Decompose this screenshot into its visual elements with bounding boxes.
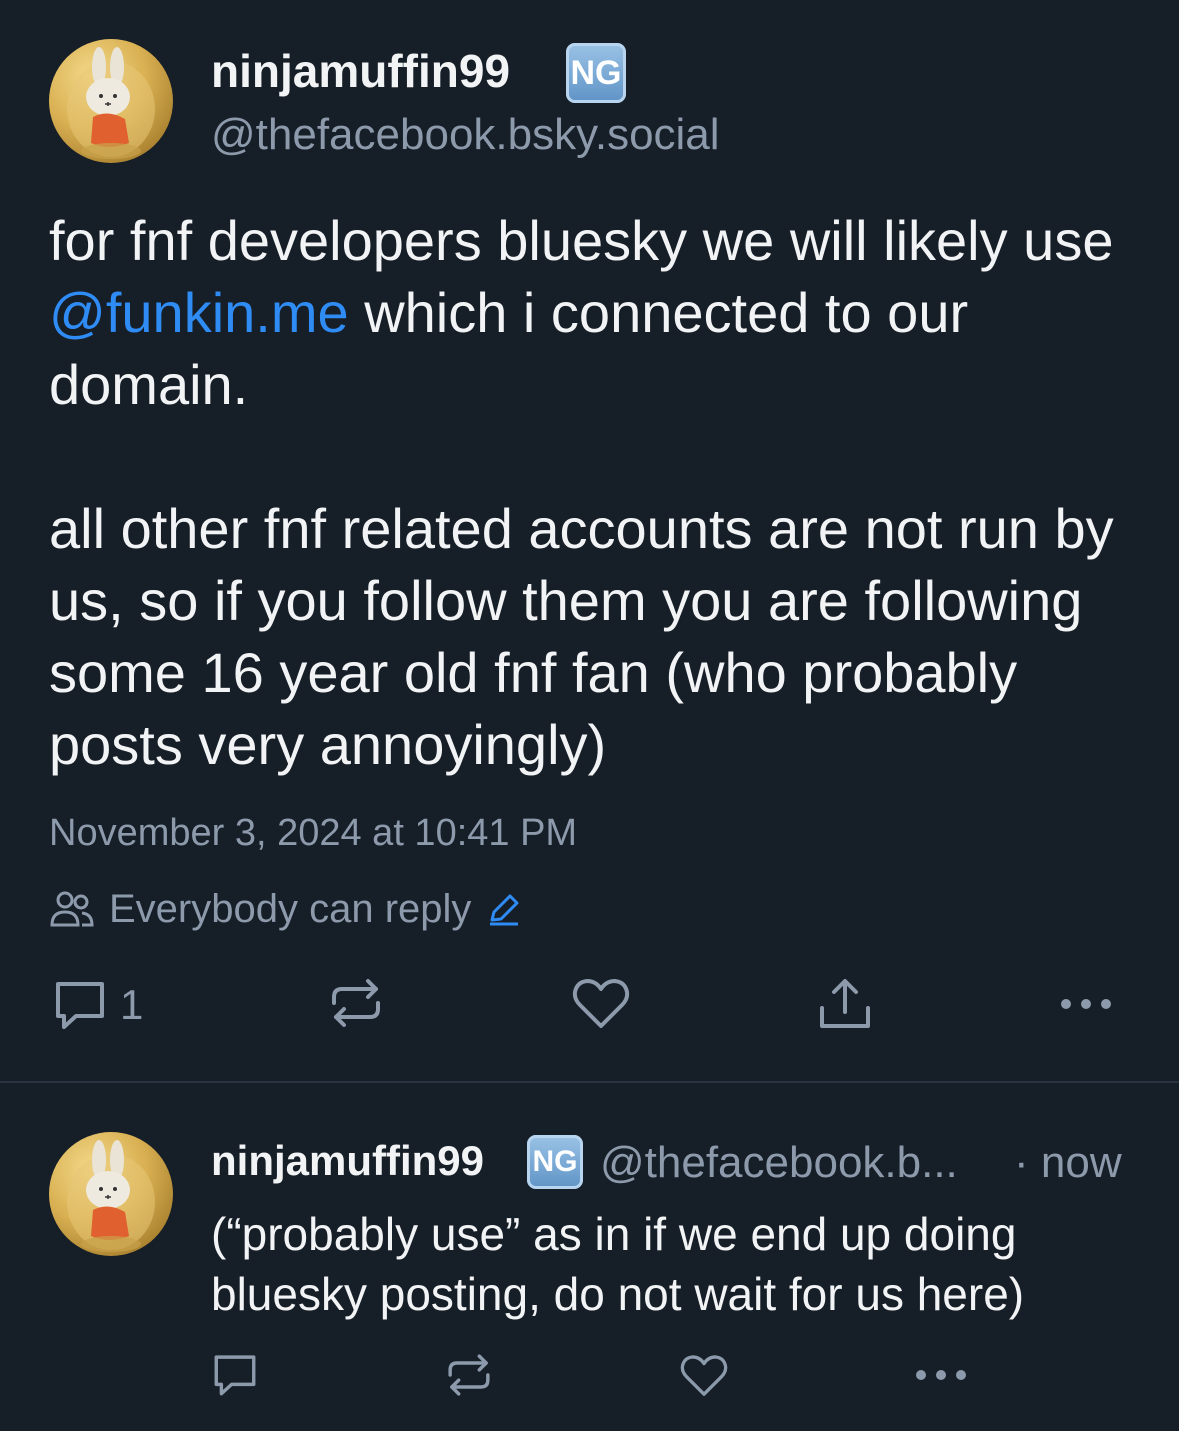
post-body: for fnf developers bluesky we will likel…: [49, 205, 1159, 781]
more-options-button[interactable]: [915, 1367, 967, 1383]
reply-text: (“probably use” as in if we end up doing…: [211, 1208, 1025, 1320]
main-post: ninjamuffin99 NG @thefacebook.bsky.socia…: [0, 0, 1179, 1082]
more-options-button[interactable]: [1060, 996, 1112, 1012]
ellipsis-icon: [915, 1367, 967, 1383]
avatar[interactable]: [49, 39, 173, 163]
reply-setting[interactable]: Everybody can reply: [49, 884, 521, 934]
reply-button[interactable]: [211, 1352, 259, 1398]
reply-button[interactable]: 1: [52, 978, 143, 1032]
author-handle[interactable]: @thefacebook.b...: [600, 1138, 958, 1188]
repost-button[interactable]: [445, 1351, 493, 1399]
comment-icon: [211, 1352, 259, 1398]
ng-badge-icon: NG: [527, 1135, 583, 1189]
repost-button[interactable]: [328, 975, 384, 1031]
pencil-icon[interactable]: [487, 892, 521, 926]
divider: [0, 1081, 1179, 1083]
repost-icon: [445, 1351, 493, 1399]
reply-setting-label: Everybody can reply: [109, 886, 472, 931]
heart-icon: [680, 1353, 728, 1399]
share-button[interactable]: [818, 976, 872, 1032]
post-paragraph-1: for fnf developers bluesky we will likel…: [49, 205, 1159, 421]
post-paragraph-2: all other fnf related accounts are not r…: [49, 497, 1114, 776]
share-icon: [818, 976, 872, 1032]
reply-time: · now: [1014, 1138, 1122, 1187]
comment-icon: [52, 978, 108, 1032]
post-text: for fnf developers bluesky we will likel…: [49, 209, 1114, 272]
heart-icon: [572, 977, 630, 1031]
mention-link[interactable]: @funkin.me: [49, 281, 349, 344]
post-timestamp[interactable]: November 3, 2024 at 10:41 PM: [49, 812, 577, 855]
repost-icon: [328, 975, 384, 1031]
reply-count: 1: [120, 981, 144, 1028]
author-handle[interactable]: @thefacebook.bsky.social: [211, 110, 720, 160]
author-display-name[interactable]: ninjamuffin99: [211, 1137, 484, 1185]
like-button[interactable]: [680, 1353, 728, 1399]
avatar[interactable]: [49, 1132, 173, 1256]
ng-badge-icon: NG: [566, 43, 626, 103]
like-button[interactable]: [572, 977, 630, 1031]
people-icon: [49, 889, 95, 929]
author-display-name[interactable]: ninjamuffin99: [211, 44, 510, 98]
ellipsis-icon: [1060, 996, 1112, 1012]
